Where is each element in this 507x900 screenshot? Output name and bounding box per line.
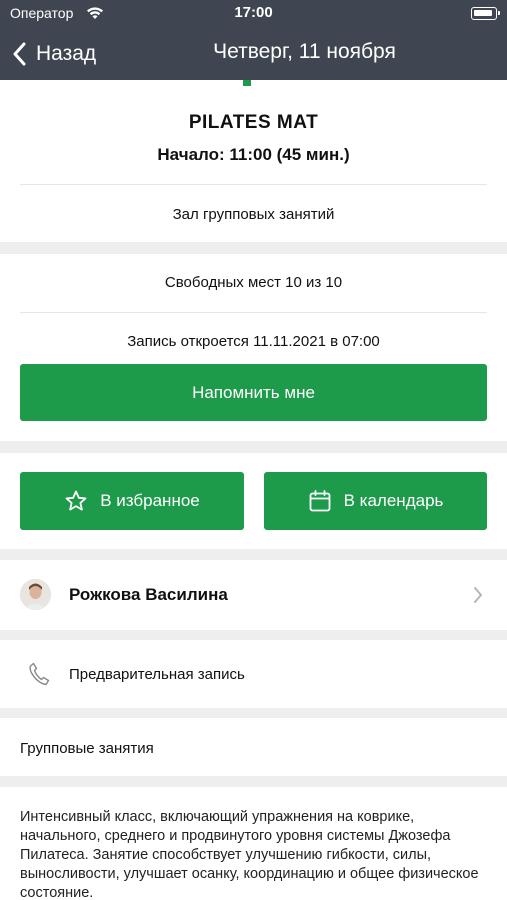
status-bar: Оператор 17:00 bbox=[0, 0, 507, 28]
calendar-icon bbox=[309, 490, 331, 512]
pre-booking-label: Предварительная запись bbox=[69, 666, 245, 683]
pre-booking-row: Предварительная запись bbox=[0, 640, 507, 708]
section-separator bbox=[0, 776, 507, 787]
section-separator bbox=[0, 242, 507, 254]
phone-icon bbox=[29, 662, 50, 686]
divider bbox=[20, 184, 487, 185]
navigation-bar: Назад Четверг, 11 ноября bbox=[0, 28, 507, 80]
class-category: Групповые занятия bbox=[20, 740, 154, 757]
section-separator bbox=[0, 630, 507, 640]
remind-me-label: Напомнить мне bbox=[192, 382, 315, 402]
page-title: Четверг, 11 ноября bbox=[213, 40, 396, 63]
remind-me-button[interactable]: Напомнить мне bbox=[20, 364, 487, 421]
section-separator bbox=[0, 549, 507, 560]
clock: 17:00 bbox=[234, 4, 273, 21]
battery-icon bbox=[471, 7, 500, 20]
favorite-button[interactable]: В избранное bbox=[20, 472, 244, 530]
calendar-button[interactable]: В календарь bbox=[264, 472, 487, 530]
booking-opens: Запись откроется 11.11.2021 в 07:00 bbox=[127, 333, 380, 350]
section-separator bbox=[0, 441, 507, 453]
start-time: Начало: 11:00 (45 мин.) bbox=[157, 145, 350, 164]
calendar-label: В календарь bbox=[343, 491, 444, 510]
chevron-right-icon bbox=[474, 587, 482, 603]
free-spots: Свободных мест 10 из 10 bbox=[164, 274, 343, 291]
trainer-name: Рожкова Василина bbox=[69, 585, 228, 604]
trainer-avatar bbox=[20, 579, 51, 610]
hall-name: Зал групповых занятий bbox=[172, 206, 335, 223]
class-description: Интенсивный класс, включающий упражнения… bbox=[20, 809, 479, 900]
divider bbox=[20, 312, 487, 313]
accent-tab bbox=[243, 80, 251, 86]
star-icon bbox=[65, 490, 87, 511]
trainer-row[interactable]: Рожкова Василина bbox=[0, 560, 507, 630]
section-separator bbox=[0, 708, 507, 718]
class-name: PILATES MAT bbox=[188, 112, 319, 133]
favorite-label: В избранное bbox=[100, 491, 200, 510]
